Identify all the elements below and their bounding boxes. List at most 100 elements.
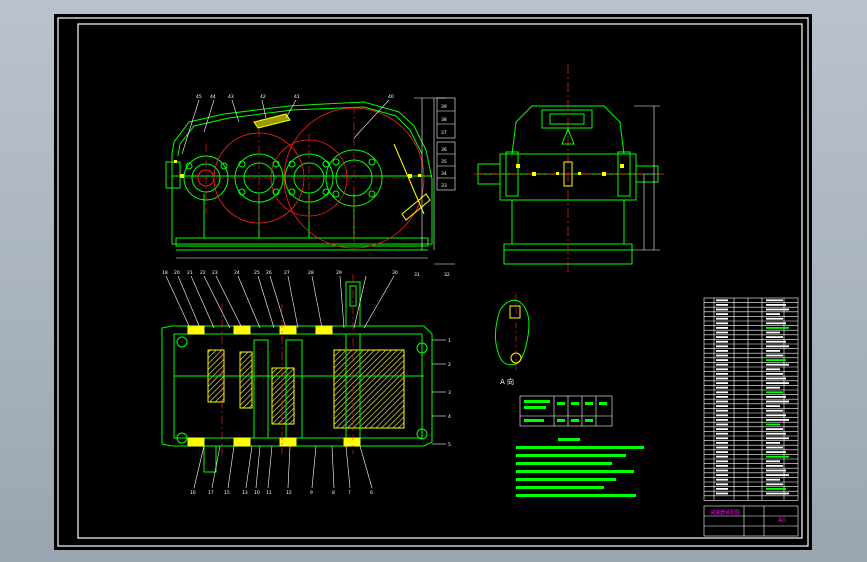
label-32: 32 — [444, 272, 450, 278]
parts-list-entry-mark — [766, 396, 786, 398]
inner-border — [77, 23, 803, 539]
title-block-title: 减速器装配图 — [710, 509, 740, 516]
parts-list-entry-mark — [766, 432, 786, 435]
parts-list-entry-mark — [716, 336, 728, 338]
parts-list-entry-mark — [716, 350, 728, 352]
label-31: 31 — [414, 272, 420, 278]
parts-list-entry-mark — [766, 446, 783, 449]
plan-view-labels: 18 20 21 22 23 24 25 26 27 28 29 30 1 2 … — [162, 270, 451, 496]
parts-list-entry-mark — [716, 299, 728, 302]
parts-list-entry-mark — [766, 368, 780, 371]
label-13: 13 — [242, 490, 248, 496]
label-7: 7 — [348, 490, 351, 496]
detail-view-label: A 向 — [500, 377, 514, 386]
parts-list-entry-mark — [716, 396, 728, 398]
parts-list-entry-mark — [716, 428, 728, 430]
front-elevation-view — [165, 98, 435, 259]
parts-list-entry-mark — [716, 469, 728, 472]
parts-list-entry-mark — [716, 368, 728, 371]
label-37: 37 — [441, 130, 447, 136]
gearbox-assembly-drawing: 45 44 43 42 41 40 39 38 37 36 35 34 33 3… — [57, 17, 809, 547]
parts-list-entry-mark — [716, 359, 728, 361]
label-20: 20 — [174, 270, 180, 276]
parts-list-entry-mark — [766, 437, 789, 440]
parts-list-entry-mark — [716, 414, 728, 417]
sheet-size-label: A0 — [778, 517, 786, 524]
parts-list-entry-mark — [766, 386, 780, 389]
parts-list-entry-mark — [716, 308, 728, 311]
label-9: 9 — [310, 490, 313, 496]
parts-list-entry-mark — [716, 386, 728, 389]
parts-list-entry-mark — [766, 419, 789, 421]
parts-list-entry-mark — [766, 345, 789, 348]
parts-list-entry-mark — [766, 350, 780, 352]
parts-list-entry-mark — [716, 331, 728, 334]
label-8: 8 — [332, 490, 335, 496]
parts-list-entry-mark — [716, 345, 728, 348]
label-43: 43 — [228, 94, 234, 100]
parts-list-entry-mark — [716, 483, 728, 486]
label-1: 1 — [448, 338, 451, 344]
label-25: 25 — [254, 270, 260, 276]
parts-list-entry-mark — [766, 442, 780, 444]
parts-list-entry-mark — [716, 460, 728, 463]
label-6: 6 — [370, 490, 373, 496]
parts-list-entry-mark — [766, 488, 786, 490]
parts-list-entry-mark — [766, 483, 783, 486]
parts-list-entry-mark — [716, 465, 728, 467]
parts-list-entry-mark — [716, 363, 728, 366]
parts-list-entry-mark — [766, 308, 789, 311]
label-2: 2 — [448, 362, 451, 368]
parts-list-entry-mark — [716, 442, 728, 444]
parts-list-entry-mark — [766, 299, 783, 302]
parts-list-entry-mark — [716, 322, 728, 325]
parts-list-entry-mark — [716, 492, 728, 495]
parts-list-entry-mark — [716, 488, 728, 490]
label-24: 24 — [234, 270, 240, 276]
label-40: 40 — [388, 94, 394, 100]
parts-list-entry-mark — [716, 313, 728, 315]
parts-list-entry-mark — [716, 409, 728, 412]
parts-list-entry-mark — [716, 382, 728, 384]
parts-list-entry-mark — [716, 391, 728, 394]
parts-list-entry-mark — [716, 419, 728, 421]
parts-list-entry-mark — [766, 327, 789, 329]
technical-requirements-notes — [516, 438, 644, 497]
parts-list-entry-mark — [766, 377, 786, 380]
label-42: 42 — [260, 94, 266, 100]
label-29: 29 — [336, 270, 342, 276]
label-33: 33 — [441, 183, 447, 189]
label-45: 45 — [196, 94, 202, 100]
parts-list-entry-mark — [766, 373, 783, 375]
label-16: 16 — [190, 490, 196, 496]
parts-list-entry-mark — [766, 317, 783, 320]
parts-list-entry-mark — [766, 460, 780, 463]
parts-list-entry-mark — [766, 423, 780, 426]
parts-list-entry-mark — [766, 336, 783, 338]
gear-hatching — [207, 349, 405, 429]
parts-list-entry-mark — [766, 469, 786, 472]
parts-list-entry-mark — [716, 377, 728, 380]
cad-viewport[interactable]: 45 44 43 42 41 40 39 38 37 36 35 34 33 3… — [54, 14, 812, 550]
label-4: 4 — [448, 414, 451, 420]
parts-list-entry-mark — [716, 455, 728, 458]
parts-list-entry-mark — [766, 331, 780, 334]
label-41: 41 — [294, 94, 300, 100]
parts-list-entry-mark — [716, 474, 728, 476]
parts-list-entry-mark — [766, 405, 780, 407]
parts-list-entry-mark — [716, 446, 728, 449]
parts-list-entry-mark — [766, 313, 780, 315]
parts-list — [703, 297, 799, 501]
label-35: 35 — [441, 159, 447, 165]
label-26: 26 — [266, 270, 272, 276]
parts-list-entry-mark — [766, 474, 789, 476]
detail-view-a — [494, 294, 530, 370]
parts-list-entry-mark — [766, 409, 783, 412]
parts-list-entry-mark — [716, 327, 728, 329]
parts-list-entry-mark — [716, 405, 728, 407]
label-36: 36 — [441, 147, 447, 153]
label-18: 18 — [162, 270, 168, 276]
parts-list-entry-mark — [766, 465, 783, 467]
parts-list-entry-mark — [716, 340, 728, 343]
label-28: 28 — [308, 270, 314, 276]
